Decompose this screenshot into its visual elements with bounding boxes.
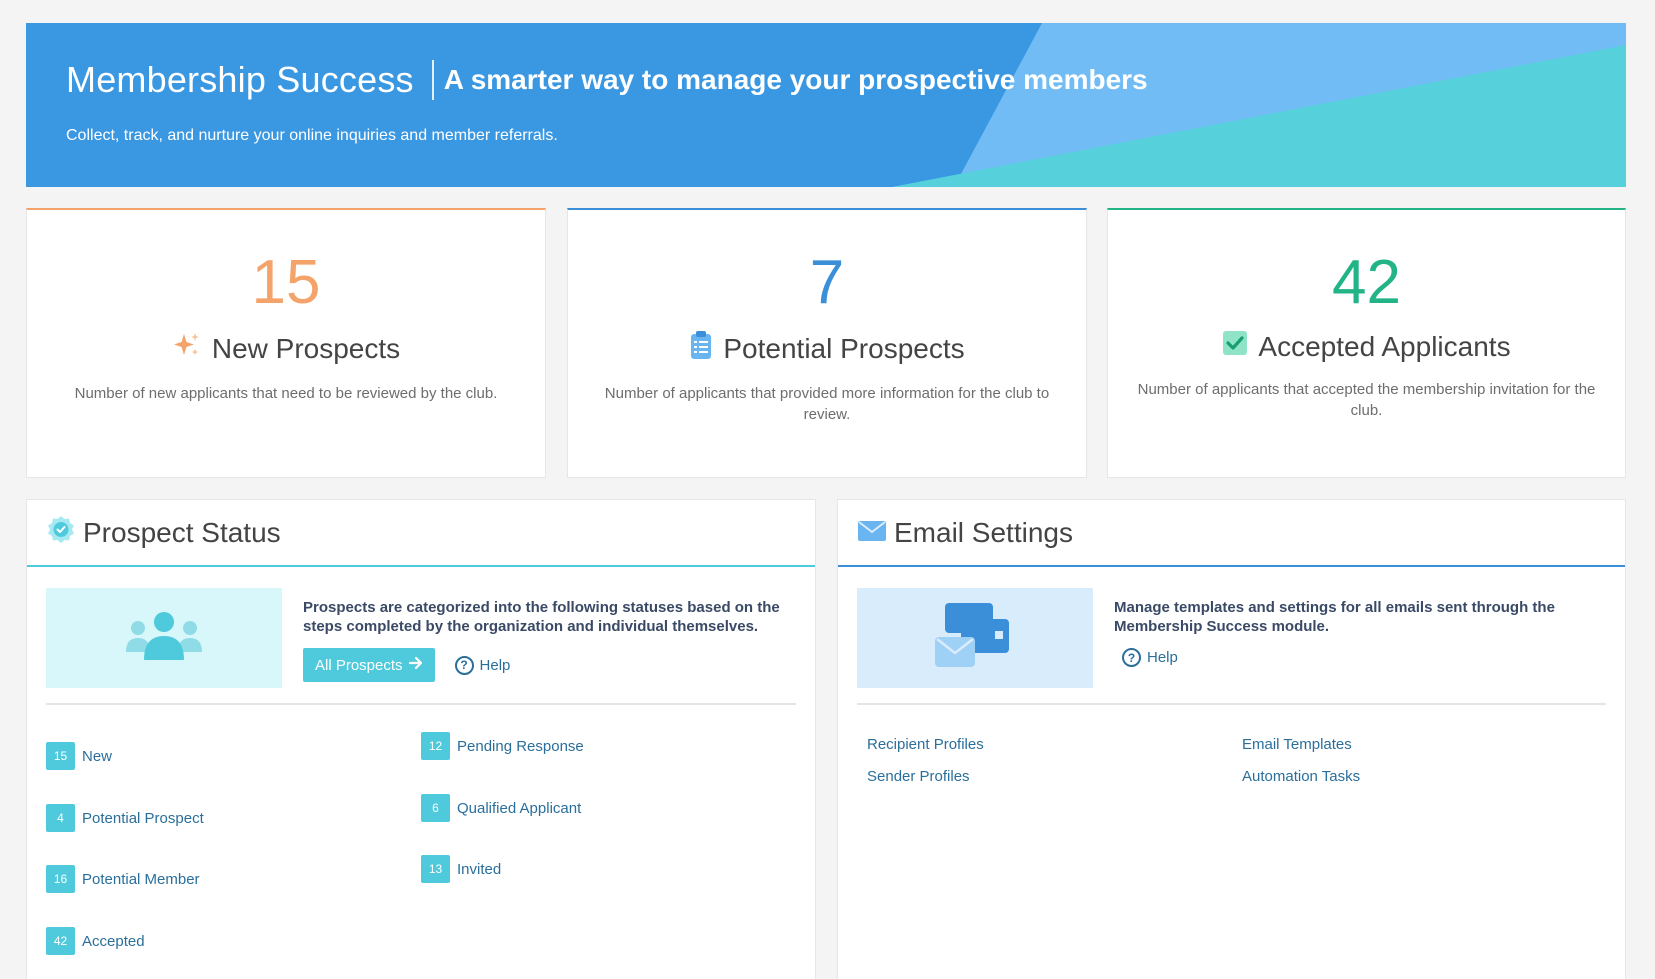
potential-prospects-card[interactable]: 7 Potential Prospects Number of applican… [567,208,1087,478]
group-illustration [46,588,282,688]
automation-tasks-link[interactable]: Automation Tasks [1242,768,1360,785]
prospect-status-intro: Prospects are categorized into the follo… [303,599,780,635]
accepted-applicants-title: Accepted Applicants [1258,330,1511,362]
prospect-help-label: Help [479,656,511,674]
help-circle-icon: ? [1122,648,1141,667]
status-count-badge: 6 [421,794,450,822]
accepted-applicants-count: 42 [1332,248,1401,317]
new-prospects-description: Number of new applicants that need to be… [74,385,498,402]
status-count-badge: 42 [46,927,75,955]
new-prospects-card[interactable]: 15 New Prospects Number of new applicant… [26,208,546,478]
status-label: Potential Prospect [82,809,204,827]
accepted-applicants-card[interactable]: 42 Accepted Applicants Number of applica… [1107,208,1626,478]
status-label: Pending Response [457,737,584,755]
all-prospects-button[interactable]: All Prospects [303,648,435,682]
clipboard-icon [689,330,713,367]
status-count-badge: 15 [46,742,75,770]
status-item-invited[interactable]: 13 Invited [421,855,501,883]
email-settings-title: Email Settings [894,516,1073,548]
email-help-label: Help [1147,649,1178,666]
app-title: Membership Success [66,59,414,100]
app-tagline: A smarter way to manage your prospective… [443,64,1148,95]
status-label: Potential Member [82,870,200,888]
verified-badge-icon [47,515,75,550]
banner-subtitle: Collect, track, and nurture your online … [66,127,558,144]
status-label: New [82,747,113,765]
email-help-link[interactable]: ? Help [1122,648,1178,667]
status-label: Qualified Applicant [457,799,582,817]
email-templates-link[interactable]: Email Templates [1242,736,1352,753]
sparkle-icon [172,330,202,367]
all-prospects-button-label: All Prospects [315,656,403,674]
email-divider [857,703,1606,705]
status-count-badge: 12 [421,732,450,760]
potential-prospects-count: 7 [809,248,845,317]
status-item-qualified-applicant[interactable]: 6 Qualified Applicant [421,794,581,822]
envelope-icon [858,517,886,549]
new-prospects-count: 15 [251,248,321,317]
header-banner: Membership Success A smarter way to mana… [26,23,1626,187]
status-item-new[interactable]: 15 New [46,742,112,770]
status-label: Invited [457,860,502,878]
prospect-status-header: Prospect Status [27,500,815,567]
title-divider [431,60,434,100]
new-prospects-title: New Prospects [211,332,401,364]
prospect-help-link[interactable]: ? Help [454,655,511,675]
status-count-badge: 13 [421,855,450,883]
help-circle-icon: ? [454,655,474,675]
prospect-status-title: Prospect Status [83,516,281,548]
potential-prospects-title: Potential Prospects [723,332,965,364]
status-item-potential-member[interactable]: 16 Potential Member [46,865,200,893]
status-label: Accepted [82,932,145,950]
checkbox-icon [1222,330,1248,363]
status-item-accepted[interactable]: 42 Accepted [46,927,145,955]
status-count-badge: 16 [46,865,75,893]
email-settings-intro: Manage templates and settings for all em… [1114,599,1555,635]
email-cards-icon [935,603,1009,667]
users-group-icon [126,612,202,660]
banner-background-shapes [892,23,1626,187]
status-item-pending-response[interactable]: 12 Pending Response [421,732,584,760]
accepted-applicants-description: Number of applicants that accepted the m… [1137,381,1596,419]
prospect-status-panel: Prospect Status Prospects are categorize… [26,499,816,979]
status-item-potential-prospect[interactable]: 4 Potential Prospect [46,804,204,832]
arrow-right-icon [408,656,423,674]
sender-profiles-link[interactable]: Sender Profiles [867,768,970,785]
recipient-profiles-link[interactable]: Recipient Profiles [867,736,984,753]
email-settings-header: Email Settings [838,500,1625,567]
prospect-divider [46,703,796,705]
potential-prospects-description: Number of applicants that provided more … [604,385,1050,423]
email-illustration [857,588,1093,688]
status-count-badge: 4 [46,804,75,832]
email-settings-panel: Email Settings Manage templates and sett… [837,499,1626,979]
